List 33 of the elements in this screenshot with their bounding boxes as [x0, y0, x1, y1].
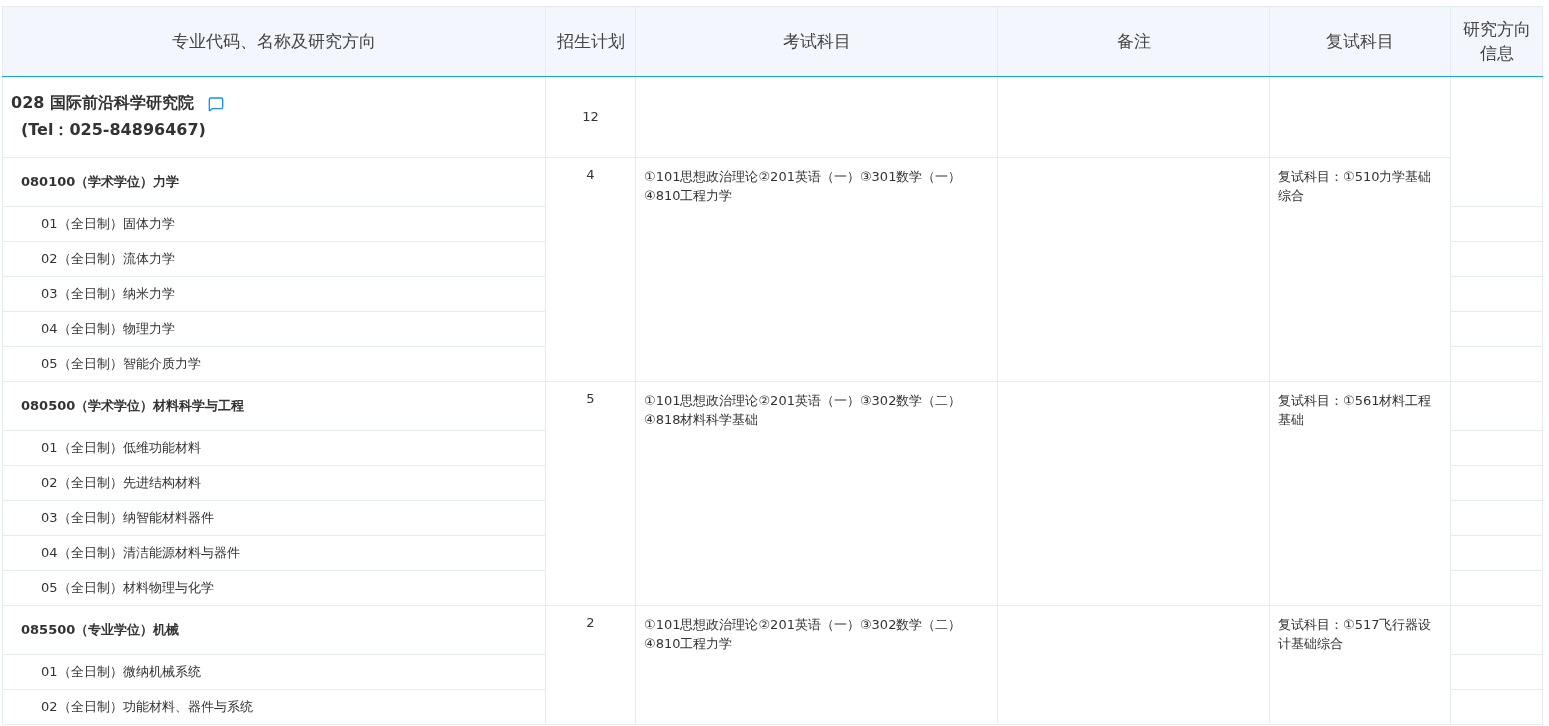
research-direction: 05（全日制）材料物理与化学 [2, 570, 546, 606]
column-header: 复试科目 [1269, 6, 1451, 77]
school-phone: (Tel：025-84896467) [21, 120, 207, 141]
column-header: 备注 [997, 6, 1270, 77]
research-direction: 05（全日制）智能介质力学 [2, 346, 546, 382]
major-title: 085500（专业学位）机械 [2, 605, 546, 655]
major-title: 080500（学术学位）材料科学与工程 [2, 381, 546, 431]
research-direction: 01（全日制）微纳机械系统 [2, 654, 546, 690]
research-direction: 03（全日制）纳智能材料器件 [2, 500, 546, 536]
column-header: 研究方向信息 [1450, 6, 1543, 77]
research-direction: 01（全日制）固体力学 [2, 206, 546, 242]
exam-subjects: ①101思想政治理论②201英语（一）③302数学（二）④818材料科学基础 [635, 381, 998, 606]
column-header: 招生计划 [545, 6, 636, 77]
retest-subjects: 复试科目：①561材料工程基础 [1269, 381, 1451, 606]
research-direction: 02（全日制）先进结构材料 [2, 465, 546, 501]
major-title: 080100（学术学位）力学 [2, 157, 546, 207]
research-direction: 01（全日制）低维功能材料 [2, 430, 546, 466]
exam-subjects: ①101思想政治理论②201英语（一）③301数学（一）④810工程力学 [635, 157, 998, 382]
table-cell: 2 [545, 605, 636, 725]
exam-subjects: ①101思想政治理论②201英语（一）③302数学（二）④810工程力学 [635, 605, 998, 725]
school-name: 028 国际前沿科学研究院 [11, 93, 194, 114]
column-header: 考试科目 [635, 6, 998, 77]
research-direction: 04（全日制）清洁能源材料与器件 [2, 535, 546, 571]
table-cell: 4 [545, 157, 636, 382]
retest-subjects: 复试科目：①517飞行器设计基础综合 [1269, 605, 1451, 725]
comment-icon[interactable] [207, 95, 224, 112]
column-header: 专业代码、名称及研究方向 [2, 6, 546, 77]
research-direction: 02（全日制）流体力学 [2, 241, 546, 277]
research-direction: 03（全日制）纳米力学 [2, 276, 546, 312]
table-cell: 5 [545, 381, 636, 606]
research-direction: 02（全日制）功能材料、器件与系统 [2, 689, 546, 725]
table-cell: 12 [545, 76, 636, 158]
research-direction: 04（全日制）物理力学 [2, 311, 546, 347]
